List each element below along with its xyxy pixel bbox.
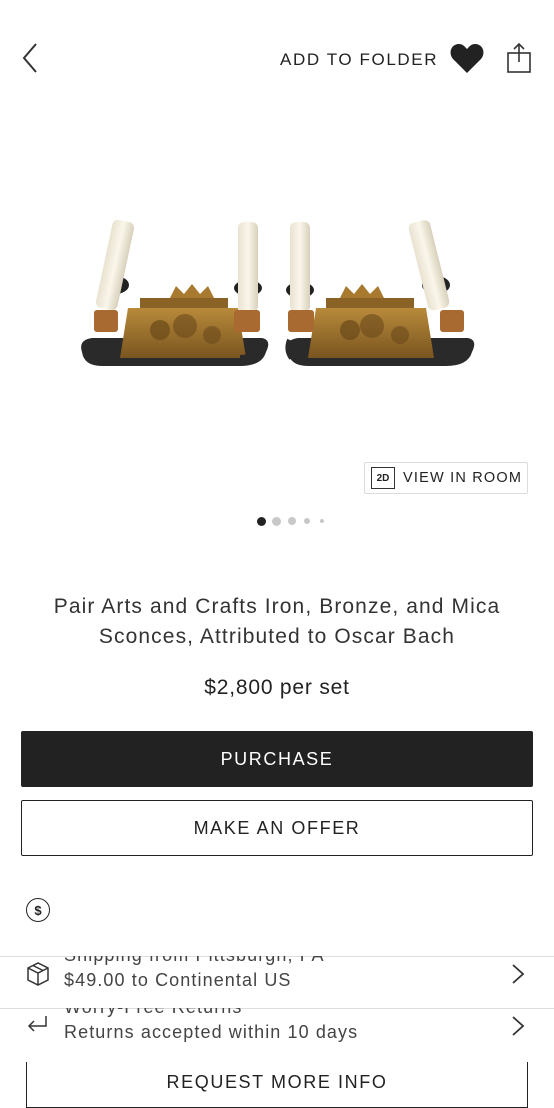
top-bar: ADD TO FOLDER [0, 0, 554, 118]
return-arrow-icon [27, 1016, 47, 1032]
view-in-room-button[interactable]: 2D VIEW IN ROOM [364, 462, 528, 494]
chevron-right-icon [512, 1016, 525, 1036]
returns-title: Worry-Free Returns [64, 1008, 243, 1018]
make-offer-button[interactable]: MAKE AN OFFER [21, 800, 533, 856]
back-button[interactable] [18, 40, 48, 76]
carousel-dot-3[interactable] [288, 517, 296, 525]
share-icon [507, 42, 531, 73]
view-in-room-label: VIEW IN ROOM [403, 470, 523, 486]
heart-icon [450, 44, 484, 73]
purchase-button[interactable]: PURCHASE [21, 731, 533, 787]
add-to-folder-button[interactable]: ADD TO FOLDER [280, 50, 438, 70]
shipping-detail: $49.00 to Continental US [64, 970, 292, 990]
favorite-button[interactable] [449, 40, 485, 76]
share-button[interactable] [505, 42, 533, 74]
carousel-dot-1[interactable] [257, 517, 266, 526]
product-price: $2,800 per set [204, 676, 350, 699]
2d-icon: 2D [371, 467, 395, 489]
shipping-title: Shipping from Pittsburgh, PA [64, 956, 325, 966]
box-icon [27, 962, 49, 986]
carousel-dot-5[interactable] [320, 519, 324, 523]
chevron-left-icon [22, 43, 37, 73]
dollar-icon: $ [26, 898, 50, 922]
product-title: Pair Arts and Crafts Iron, Bronze, and M… [53, 595, 501, 648]
shipping-row[interactable]: Shipping from Pittsburgh, PA $49.00 to C… [0, 956, 554, 1012]
carousel-dots [0, 516, 554, 528]
carousel-dot-2[interactable] [272, 517, 281, 526]
returns-detail: Returns accepted within 10 days [64, 1022, 359, 1042]
sconces-image [81, 219, 475, 366]
request-more-info-button[interactable]: REQUEST MORE INFO [26, 1062, 528, 1108]
carousel-dot-4[interactable] [304, 518, 310, 524]
chevron-right-icon [512, 964, 525, 984]
returns-row[interactable]: Worry-Free Returns Returns accepted with… [0, 1008, 554, 1064]
product-image[interactable] [0, 180, 554, 410]
